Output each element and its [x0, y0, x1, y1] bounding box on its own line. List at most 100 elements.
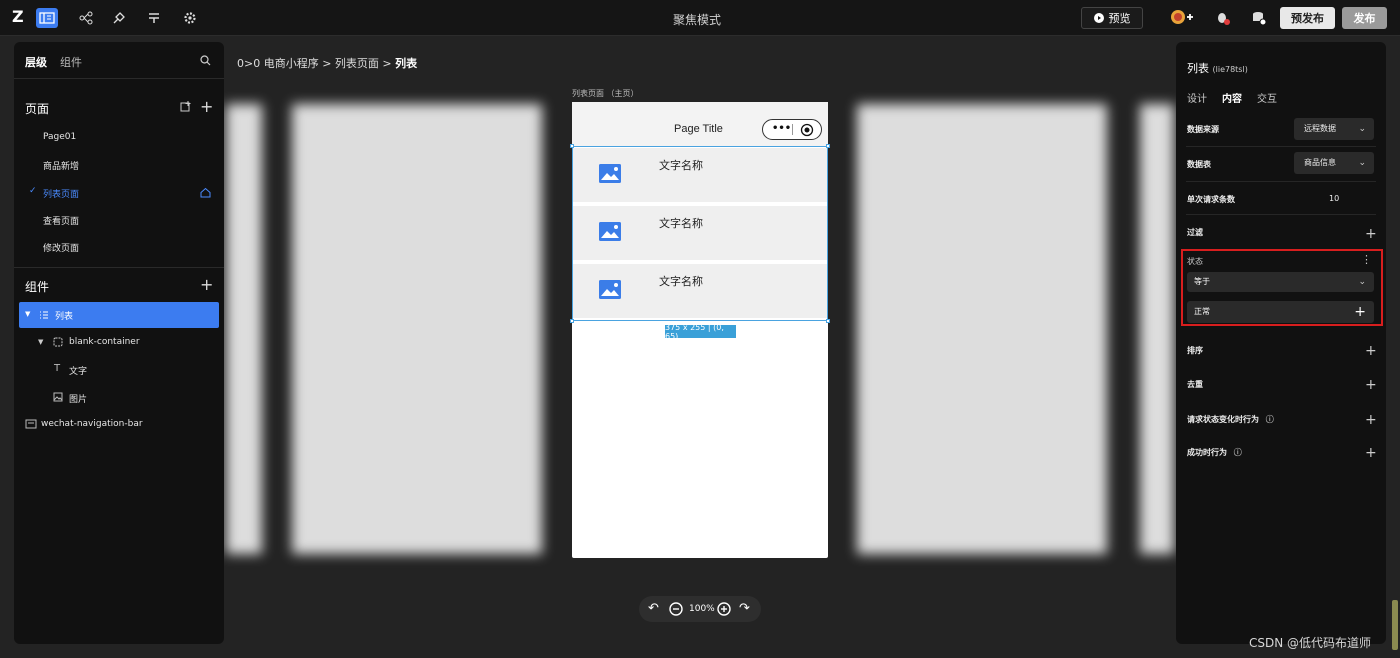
page-item[interactable]: 修改页面 [43, 241, 79, 254]
database-check-icon[interactable] [1248, 8, 1270, 28]
page-item-active[interactable]: 列表页面 [43, 187, 79, 200]
divider [1186, 146, 1376, 147]
data-table-value: 商品信息 [1304, 158, 1336, 167]
page-item[interactable]: 查看页面 [43, 214, 79, 227]
filter-label: 过滤 [1187, 228, 1203, 237]
zoom-toolbar: ↶ 100% ↷ [639, 596, 761, 622]
filter-operator-value: 等于 [1194, 277, 1210, 286]
filter-value-input[interactable]: 正常 + [1187, 301, 1374, 323]
app-logo[interactable]: Z [12, 8, 28, 26]
more-vertical-icon[interactable]: ⋮ [1361, 253, 1372, 266]
dimension-tag: 375 x 255 | (0, 65) [665, 323, 736, 341]
zoom-out-icon[interactable] [669, 602, 683, 616]
tab-components[interactable]: 组件 [60, 54, 82, 70]
component-title: 列表 (lie78tsl) [1187, 60, 1248, 76]
data-source-value: 远程数据 [1304, 124, 1336, 133]
redo-icon[interactable]: ↷ [739, 601, 750, 616]
play-icon [1093, 13, 1104, 23]
resize-handle[interactable] [570, 144, 574, 148]
preview-label: 预览 [1108, 12, 1131, 25]
data-source-select[interactable]: 远程数据 ⌄ [1294, 118, 1374, 140]
add-success-action-button[interactable]: + [1365, 446, 1377, 460]
tab-design[interactable]: 设计 [1187, 90, 1207, 105]
breadcrumb-prefix[interactable]: 0>0 [237, 57, 260, 70]
text-type-icon: T [54, 363, 61, 374]
tree-item[interactable]: blank-container [69, 337, 140, 347]
add-component-button[interactable]: + [200, 277, 213, 293]
tree-item[interactable]: 文字 [69, 364, 87, 377]
breadcrumb: 0>0 电商小程序 > 列表页面 > 列表 [237, 55, 417, 71]
data-table-select[interactable]: 商品信息 ⌄ [1294, 152, 1374, 174]
layout-icon[interactable] [36, 8, 58, 28]
tree-item[interactable]: 图片 [69, 392, 87, 405]
page-item[interactable]: Page01 [43, 132, 76, 142]
caret-down-icon[interactable]: ▼ [38, 338, 43, 346]
add-sort-button[interactable]: + [1365, 344, 1377, 358]
panel-tabs: 层级 组件 [14, 42, 224, 79]
tab-interaction[interactable]: 交互 [1257, 90, 1277, 105]
success-label: 成功时行为 ⓘ [1187, 447, 1242, 458]
breadcrumb-path[interactable]: 电商小程序 > 列表页面 > [264, 57, 395, 70]
help-icon[interactable]: ⓘ [1266, 415, 1274, 424]
page-size-value[interactable]: 10 [1329, 194, 1339, 203]
settings-icon[interactable] [179, 8, 201, 28]
page-item[interactable]: 商品新增 [43, 159, 79, 172]
left-panel: 层级 组件 页面 + Page01 商品新增 ✓ 列表页面 查看页面 修改页面 … [14, 42, 224, 644]
undo-icon[interactable]: ↶ [648, 601, 659, 616]
caret-down-icon[interactable]: ▼ [25, 310, 30, 318]
pages-title: 页面 [25, 102, 50, 116]
mini-program-capsule: ••• [762, 119, 822, 140]
help-icon[interactable]: ⓘ [1234, 448, 1242, 457]
success-text: 成功时行为 [1187, 448, 1227, 457]
scrollbar[interactable] [1392, 600, 1398, 650]
resize-handle[interactable] [826, 319, 830, 323]
resize-handle[interactable] [826, 144, 830, 148]
top-bar: Z 聚焦模式 预览 预发布 发布 [0, 0, 1400, 36]
container-icon [53, 337, 63, 347]
close-target-icon [800, 123, 814, 137]
debug-icon[interactable] [1212, 8, 1234, 28]
navbar-icon [25, 419, 37, 429]
ghost-page [292, 104, 542, 554]
home-icon[interactable] [200, 187, 211, 198]
phone-label: 列表页面 （主页） [572, 89, 639, 98]
tree-item[interactable]: wechat-navigation-bar [41, 419, 143, 429]
filter-operator-select[interactable]: 等于 ⌄ [1187, 272, 1374, 292]
tree-label: 列表 [55, 312, 74, 322]
search-icon[interactable] [200, 55, 211, 66]
filter-value-text: 正常 [1194, 307, 1210, 316]
chevron-down-icon: ⌄ [1358, 277, 1366, 287]
add-page-button[interactable]: + [200, 99, 213, 115]
wechat-navigation-bar[interactable]: Page Title ••• [572, 102, 828, 146]
add-filter-button[interactable]: + [1365, 227, 1377, 241]
add-folder-icon[interactable] [180, 101, 191, 112]
add-status-action-button[interactable]: + [1365, 413, 1377, 427]
components-title: 组件 [25, 280, 50, 294]
prepublish-button[interactable]: 预发布 [1280, 7, 1335, 29]
zoom-in-icon[interactable] [717, 602, 731, 616]
chevron-down-icon: ⌄ [1358, 158, 1366, 168]
tab-content[interactable]: 内容 [1222, 90, 1242, 105]
component-name: 列表 [1187, 62, 1209, 75]
add-icon[interactable]: + [1354, 301, 1366, 323]
sort-label: 排序 [1187, 346, 1203, 355]
chevron-down-icon: ⌄ [1358, 124, 1366, 134]
watermark: CSDN @低代码布道师 [1249, 636, 1372, 650]
add-dedupe-button[interactable]: + [1365, 378, 1377, 392]
preview-button[interactable]: 预览 [1081, 7, 1143, 29]
check-icon: ✓ [29, 186, 37, 196]
avatar-add-icon[interactable] [1168, 7, 1196, 27]
tree-item-list-selected[interactable] [19, 302, 219, 328]
dedupe-label: 去重 [1187, 380, 1203, 389]
component-id: (lie78tsl) [1212, 65, 1248, 74]
resize-handle[interactable] [570, 319, 574, 323]
divider [1186, 214, 1376, 215]
data-icon[interactable] [143, 8, 165, 28]
breadcrumb-current: 列表 [395, 57, 418, 70]
plugin-icon[interactable] [108, 8, 130, 28]
flow-icon[interactable] [75, 8, 97, 28]
tab-layers[interactable]: 层级 [25, 54, 47, 70]
capsule-divider [792, 124, 793, 135]
filter-field-label: 状态 [1187, 257, 1203, 266]
publish-button[interactable]: 发布 [1342, 7, 1387, 29]
